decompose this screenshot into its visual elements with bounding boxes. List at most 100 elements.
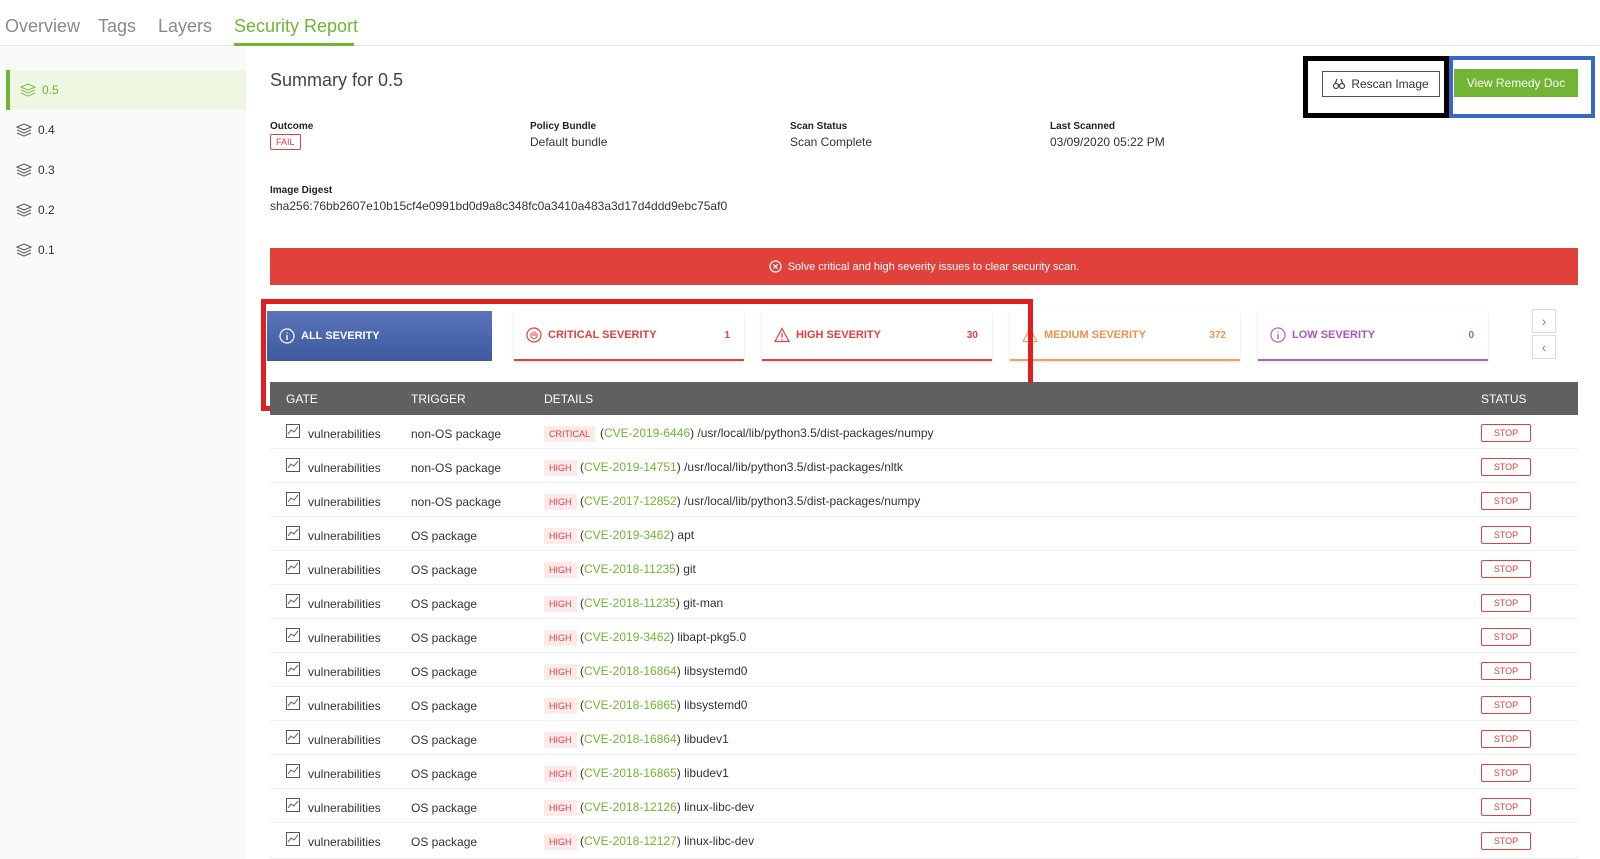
gate-cell: vulnerabilities — [308, 597, 381, 611]
col-gate[interactable]: GATE — [286, 392, 318, 406]
tab-security-report[interactable]: Security Report — [234, 16, 358, 37]
sidebar-item-label: 0.3 — [38, 163, 55, 177]
sidebar-item-0-4[interactable]: 0.4 — [6, 110, 246, 150]
gate-cell: vulnerabilities — [308, 733, 381, 747]
trigger-cell: OS package — [411, 733, 478, 747]
cve-link[interactable]: CVE-2018-16865 — [584, 766, 677, 780]
status-badge: STOP — [1481, 424, 1531, 442]
severity-card-all[interactable]: ALL SEVERITY — [267, 311, 492, 361]
status-badge: STOP — [1481, 560, 1531, 578]
gate-cell: vulnerabilities — [308, 835, 381, 849]
cve-link[interactable]: CVE-2018-16864 — [584, 664, 677, 678]
tab-tags[interactable]: Tags — [98, 16, 136, 37]
table-row[interactable]: vulnerabilities OS package HIGH (CVE-201… — [270, 551, 1578, 585]
gate-cell: vulnerabilities — [308, 427, 381, 441]
status-badge: STOP — [1481, 492, 1531, 510]
sidebar-item-0-2[interactable]: 0.2 — [6, 190, 246, 230]
tab-bar: Overview Tags Layers Security Report — [0, 0, 1600, 46]
severity-tag: HIGH — [544, 562, 577, 578]
severity-tag: HIGH — [544, 494, 577, 510]
cve-link[interactable]: CVE-2019-3462 — [584, 630, 670, 644]
table-row[interactable]: vulnerabilities OS package HIGH (CVE-201… — [270, 823, 1578, 859]
binoculars-icon — [1333, 78, 1346, 90]
severity-card-critical[interactable]: CRITICAL SEVERITY 1 — [514, 311, 744, 361]
trigger-cell: OS package — [411, 597, 478, 611]
trigger-cell: OS package — [411, 699, 478, 713]
package-path: git — [683, 562, 696, 576]
chart-icon — [286, 492, 300, 506]
layers-icon — [16, 203, 32, 217]
package-path: apt — [677, 528, 695, 542]
cve-link[interactable]: CVE-2019-6446 — [604, 426, 690, 440]
severity-card-count: 0 — [1468, 329, 1474, 341]
trigger-cell: OS package — [411, 631, 478, 645]
status-badge: STOP — [1481, 832, 1531, 850]
tab-layers[interactable]: Layers — [158, 16, 212, 37]
details-cell: (CVE-2018-16865) libsystemd0 — [580, 698, 748, 712]
table-row[interactable]: vulnerabilities OS package HIGH (CVE-201… — [270, 653, 1578, 687]
chart-icon — [286, 424, 300, 438]
image-digest-label: Image Digest — [270, 185, 333, 196]
severity-tag: CRITICAL — [544, 426, 596, 442]
severity-card-medium[interactable]: MEDIUM SEVERITY 372 — [1010, 311, 1240, 361]
table-row[interactable]: vulnerabilities OS package HIGH (CVE-201… — [270, 789, 1578, 823]
view-remedy-doc-button[interactable]: View Remedy Doc — [1454, 69, 1578, 97]
sidebar-item-label: 0.2 — [38, 203, 55, 217]
col-trigger[interactable]: TRIGGER — [411, 392, 466, 406]
sidebar-item-0-5[interactable]: 0.5 — [6, 70, 246, 110]
table-row[interactable]: vulnerabilities OS package HIGH (CVE-201… — [270, 619, 1578, 653]
severity-tag: HIGH — [544, 596, 577, 612]
severity-card-count: 1 — [724, 329, 730, 341]
details-cell: (CVE-2019-6446) /usr/local/lib/python3.5… — [600, 426, 934, 440]
cve-link[interactable]: CVE-2019-3462 — [584, 528, 670, 542]
status-badge: STOP — [1481, 798, 1531, 816]
package-path: linux-libc-dev — [684, 834, 755, 848]
policy-bundle-block: Policy Bundle Default bundle — [530, 121, 607, 149]
table-row[interactable]: vulnerabilities OS package HIGH (CVE-201… — [270, 721, 1578, 755]
layers-icon — [16, 243, 32, 257]
details-cell: (CVE-2018-11235) git — [580, 562, 696, 576]
table-row[interactable]: vulnerabilities non-OS package HIGH (CVE… — [270, 483, 1578, 517]
rescan-image-label: Rescan Image — [1351, 77, 1429, 91]
rescan-image-button[interactable]: Rescan Image — [1322, 71, 1440, 97]
table-row[interactable]: vulnerabilities non-OS package HIGH (CVE… — [270, 449, 1578, 483]
severity-card-high[interactable]: HIGH SEVERITY 30 — [762, 311, 992, 361]
chart-icon — [286, 458, 300, 472]
table-row[interactable]: vulnerabilities OS package HIGH (CVE-201… — [270, 585, 1578, 619]
last-scanned-value: 03/09/2020 05:22 PM — [1050, 135, 1165, 149]
cve-link[interactable]: CVE-2018-11235 — [584, 562, 676, 576]
severity-card-low[interactable]: LOW SEVERITY 0 — [1258, 311, 1488, 361]
next-page-button[interactable]: › — [1532, 309, 1556, 333]
col-status[interactable]: STATUS — [1481, 392, 1527, 406]
cve-link[interactable]: CVE-2018-16865 — [584, 698, 677, 712]
cve-link[interactable]: CVE-2019-14751 — [584, 460, 677, 474]
sidebar-item-0-1[interactable]: 0.1 — [6, 230, 246, 270]
cve-link[interactable]: CVE-2018-12126 — [584, 800, 677, 814]
info-icon — [279, 328, 295, 344]
tab-overview[interactable]: Overview — [5, 16, 80, 37]
sidebar-item-0-3[interactable]: 0.3 — [6, 150, 246, 190]
scan-status-block: Scan Status Scan Complete — [790, 121, 872, 149]
package-path: libsystemd0 — [684, 698, 748, 712]
package-path: libudev1 — [684, 732, 729, 746]
cve-link[interactable]: CVE-2018-11235 — [584, 596, 676, 610]
package-path: libudev1 — [684, 766, 729, 780]
chevron-right-icon: › — [1541, 313, 1547, 329]
chart-icon — [286, 662, 300, 676]
cve-link[interactable]: CVE-2018-12127 — [584, 834, 677, 848]
prev-page-button[interactable]: ‹ — [1532, 335, 1556, 359]
table-row[interactable]: vulnerabilities OS package HIGH (CVE-201… — [270, 755, 1578, 789]
last-scanned-block: Last Scanned 03/09/2020 05:22 PM — [1050, 121, 1165, 149]
cve-link[interactable]: CVE-2018-16864 — [584, 732, 677, 746]
table-row[interactable]: vulnerabilities non-OS package CRITICAL … — [270, 415, 1578, 449]
error-banner-text: Solve critical and high severity issues … — [787, 260, 1080, 273]
table-row[interactable]: vulnerabilities OS package HIGH (CVE-201… — [270, 687, 1578, 721]
chart-icon — [286, 560, 300, 574]
col-details[interactable]: DETAILS — [544, 392, 593, 406]
details-cell: (CVE-2018-16864) libudev1 — [580, 732, 729, 746]
cve-link[interactable]: CVE-2017-12852 — [584, 494, 677, 508]
trigger-cell: non-OS package — [411, 495, 502, 509]
status-badge: STOP — [1481, 628, 1531, 646]
tag-sidebar: 0.5 0.4 0.3 0.2 0.1 — [0, 46, 246, 859]
table-row[interactable]: vulnerabilities OS package HIGH (CVE-201… — [270, 517, 1578, 551]
